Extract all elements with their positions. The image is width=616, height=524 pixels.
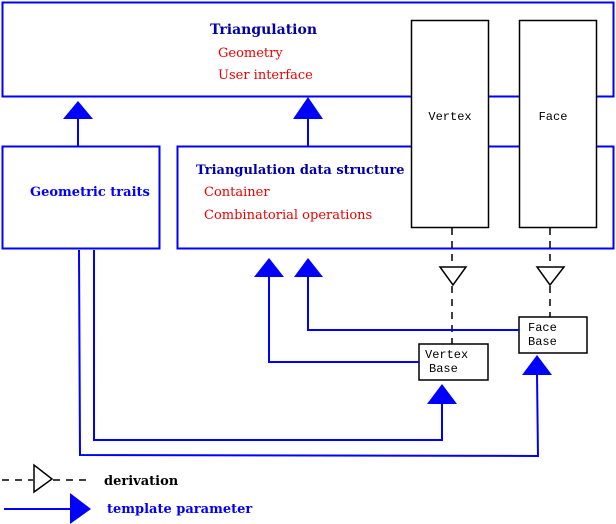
class-diagram: Triangulation Geometry User interface Tr… (1, 1, 615, 524)
vertex-base-line2: Base (429, 362, 458, 376)
template-arrow-face-base-to-tds (294, 258, 519, 331)
legend-derivation-label: derivation (104, 474, 179, 489)
legend-derivation: derivation (2, 463, 179, 494)
legend-template-parameter: template parameter (4, 493, 252, 524)
triangulation-item-geometry: Geometry (218, 46, 283, 61)
triangulation-title: Triangulation (210, 22, 317, 38)
geometric-traits-title: Geometric traits (30, 185, 150, 200)
vertex-label: Vertex (428, 110, 471, 124)
face-box (518, 19, 598, 229)
template-arrow-tds-to-triangulation (293, 97, 323, 146)
template-arrow-traits-to-triangulation (63, 101, 93, 146)
legend-template-parameter-label: template parameter (107, 502, 252, 517)
vertex-base-line1: Vertex (425, 348, 468, 362)
vertex-box (410, 19, 490, 229)
tds-title: Triangulation data structure (196, 163, 404, 178)
face-base-line2: Base (528, 335, 557, 349)
face-label: Face (539, 110, 568, 124)
template-arrow-vertex-base-to-tds (254, 258, 419, 363)
triangulation-item-user-interface: User interface (218, 68, 313, 83)
template-arrow-traits-to-vertex-base (93, 250, 457, 441)
face-base-line1: Face (528, 321, 557, 335)
tds-item-container: Container (204, 185, 270, 200)
tds-item-combinatorial-operations: Combinatorial operations (204, 208, 372, 223)
